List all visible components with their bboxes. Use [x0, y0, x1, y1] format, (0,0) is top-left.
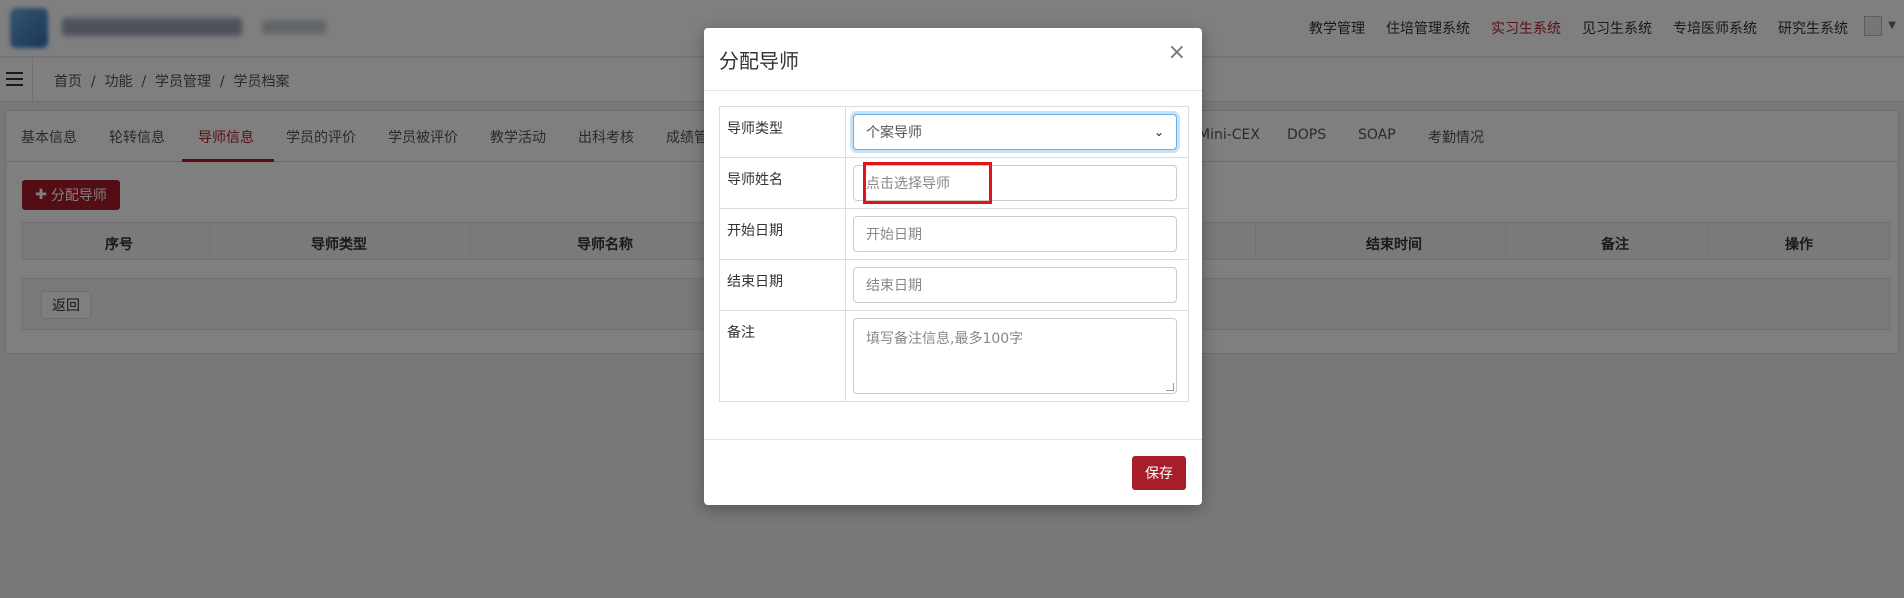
remark-placeholder: 填写备注信息,最多100字 — [866, 331, 1024, 347]
chevron-down-icon: ⌄ — [1153, 125, 1164, 139]
start-date-input[interactable]: 开始日期 — [853, 216, 1177, 252]
end-date-input[interactable]: 结束日期 — [853, 267, 1177, 303]
dialog-footer-divider — [704, 439, 1202, 440]
dialog-header-divider — [704, 90, 1202, 91]
close-icon[interactable]: × — [1168, 42, 1186, 64]
start-date-label: 开始日期 — [720, 209, 846, 259]
assign-mentor-dialog: 分配导师 × 导师类型 个案导师 ⌄ 导师姓名 点击选择导师 开始日期 开始日期 — [704, 28, 1202, 505]
mentor-type-label: 导师类型 — [720, 107, 846, 157]
remark-label: 备注 — [720, 311, 846, 401]
mentor-type-value: 个案导师 — [866, 125, 922, 141]
form-row-mentor-name: 导师姓名 点击选择导师 — [720, 158, 1188, 209]
mentor-form: 导师类型 个案导师 ⌄ 导师姓名 点击选择导师 开始日期 开始日期 结束日期 结… — [719, 106, 1189, 402]
dialog-title: 分配导师 — [719, 49, 799, 73]
resize-handle-icon[interactable] — [1166, 383, 1174, 391]
mentor-type-select[interactable]: 个案导师 ⌄ — [853, 114, 1177, 150]
form-row-mentor-type: 导师类型 个案导师 ⌄ — [720, 107, 1188, 158]
highlight-annotation — [863, 162, 992, 204]
remark-textarea[interactable]: 填写备注信息,最多100字 — [853, 318, 1177, 394]
form-row-start-date: 开始日期 开始日期 — [720, 209, 1188, 260]
end-date-label: 结束日期 — [720, 260, 846, 310]
save-button[interactable]: 保存 — [1132, 456, 1186, 490]
form-row-end-date: 结束日期 结束日期 — [720, 260, 1188, 311]
mentor-name-label: 导师姓名 — [720, 158, 846, 208]
form-row-remark: 备注 填写备注信息,最多100字 — [720, 311, 1188, 401]
